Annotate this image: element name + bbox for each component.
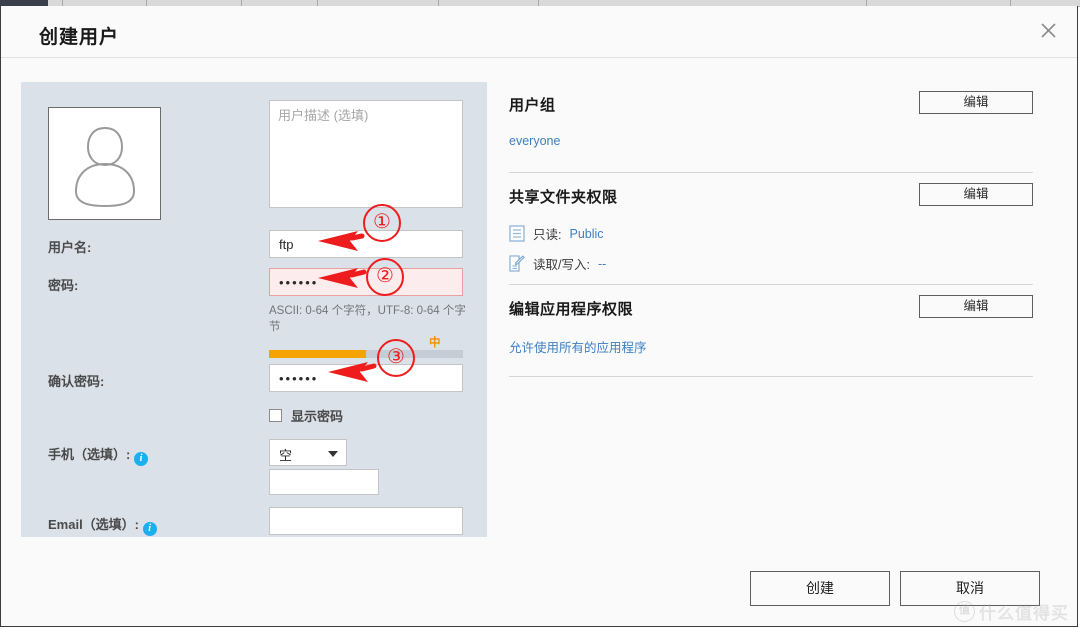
user-group-value[interactable]: everyone <box>509 134 560 148</box>
create-button[interactable]: 创建 <box>750 571 890 606</box>
password-strength-fill <box>269 350 366 358</box>
app-permission-title: 编辑应用程序权限 <box>509 301 634 318</box>
username-input[interactable] <box>269 230 463 258</box>
app-permission-value[interactable]: 允许使用所有的应用程序 <box>509 337 647 356</box>
avatar[interactable] <box>48 107 161 220</box>
permission-label: 只读: <box>533 228 562 242</box>
phone-label: 手机（选填）: i <box>48 444 148 466</box>
username-label: 用户名: <box>48 240 92 255</box>
user-description-input[interactable] <box>269 100 463 208</box>
chevron-down-icon <box>328 451 338 457</box>
edit-app-permission-button[interactable]: 编辑 <box>919 295 1033 318</box>
divider <box>509 376 1033 377</box>
user-form-panel: 用户名: 密码: ASCII: 0-64 个字符，UTF-8: 0-64 个字节… <box>21 82 487 537</box>
read-only-icon <box>509 225 525 242</box>
user-avatar-icon <box>74 126 135 208</box>
password-strength-bar <box>269 350 463 358</box>
confirm-password-input[interactable] <box>269 364 463 392</box>
permission-row-read-write: 读取/写入: -- <box>509 254 606 273</box>
password-hint-text: ASCII: 0-64 个字符，UTF-8: 0-64 个字节 <box>269 305 466 333</box>
close-icon[interactable] <box>1031 14 1065 48</box>
phone-label-text: 手机（选填）: <box>48 447 131 462</box>
email-label-text: Email（选填）: <box>48 517 140 532</box>
page-title: 创建用户 <box>39 27 120 48</box>
edit-shared-folder-button[interactable]: 编辑 <box>919 183 1033 206</box>
phone-country-select[interactable]: 空 <box>269 439 347 466</box>
show-password-row[interactable]: 显示密码 <box>269 406 343 424</box>
divider <box>509 172 1033 173</box>
user-group-title: 用户组 <box>509 97 556 114</box>
cancel-button[interactable]: 取消 <box>900 571 1040 606</box>
password-input[interactable] <box>269 268 463 296</box>
read-write-icon <box>509 255 525 272</box>
permission-value[interactable]: -- <box>598 257 606 271</box>
confirm-password-label: 确认密码: <box>48 374 105 389</box>
show-password-label: 显示密码 <box>291 408 344 424</box>
divider <box>509 284 1033 285</box>
password-strength-label: 中 <box>429 337 441 349</box>
permission-row-read-only: 只读: Public <box>509 224 604 243</box>
password-label: 密码: <box>48 278 79 293</box>
info-icon[interactable]: i <box>142 522 157 536</box>
edit-user-group-button[interactable]: 编辑 <box>919 91 1033 114</box>
email-input[interactable] <box>269 507 463 535</box>
info-icon[interactable]: i <box>133 452 148 466</box>
permission-value[interactable]: Public <box>569 227 603 241</box>
permission-label: 读取/写入: <box>533 258 590 272</box>
dialog-titlebar: 创建用户 <box>1 6 1077 58</box>
email-label: Email（选填）: i <box>48 514 157 536</box>
show-password-checkbox[interactable] <box>269 408 282 422</box>
create-user-dialog: 创建用户 用户名: 密码: ASCII: 0-64 个字符，UTF-8: 0-6… <box>0 6 1078 627</box>
phone-number-input[interactable] <box>269 469 379 495</box>
phone-country-select-value: 空 <box>279 448 293 463</box>
shared-folder-title: 共享文件夹权限 <box>509 189 618 206</box>
